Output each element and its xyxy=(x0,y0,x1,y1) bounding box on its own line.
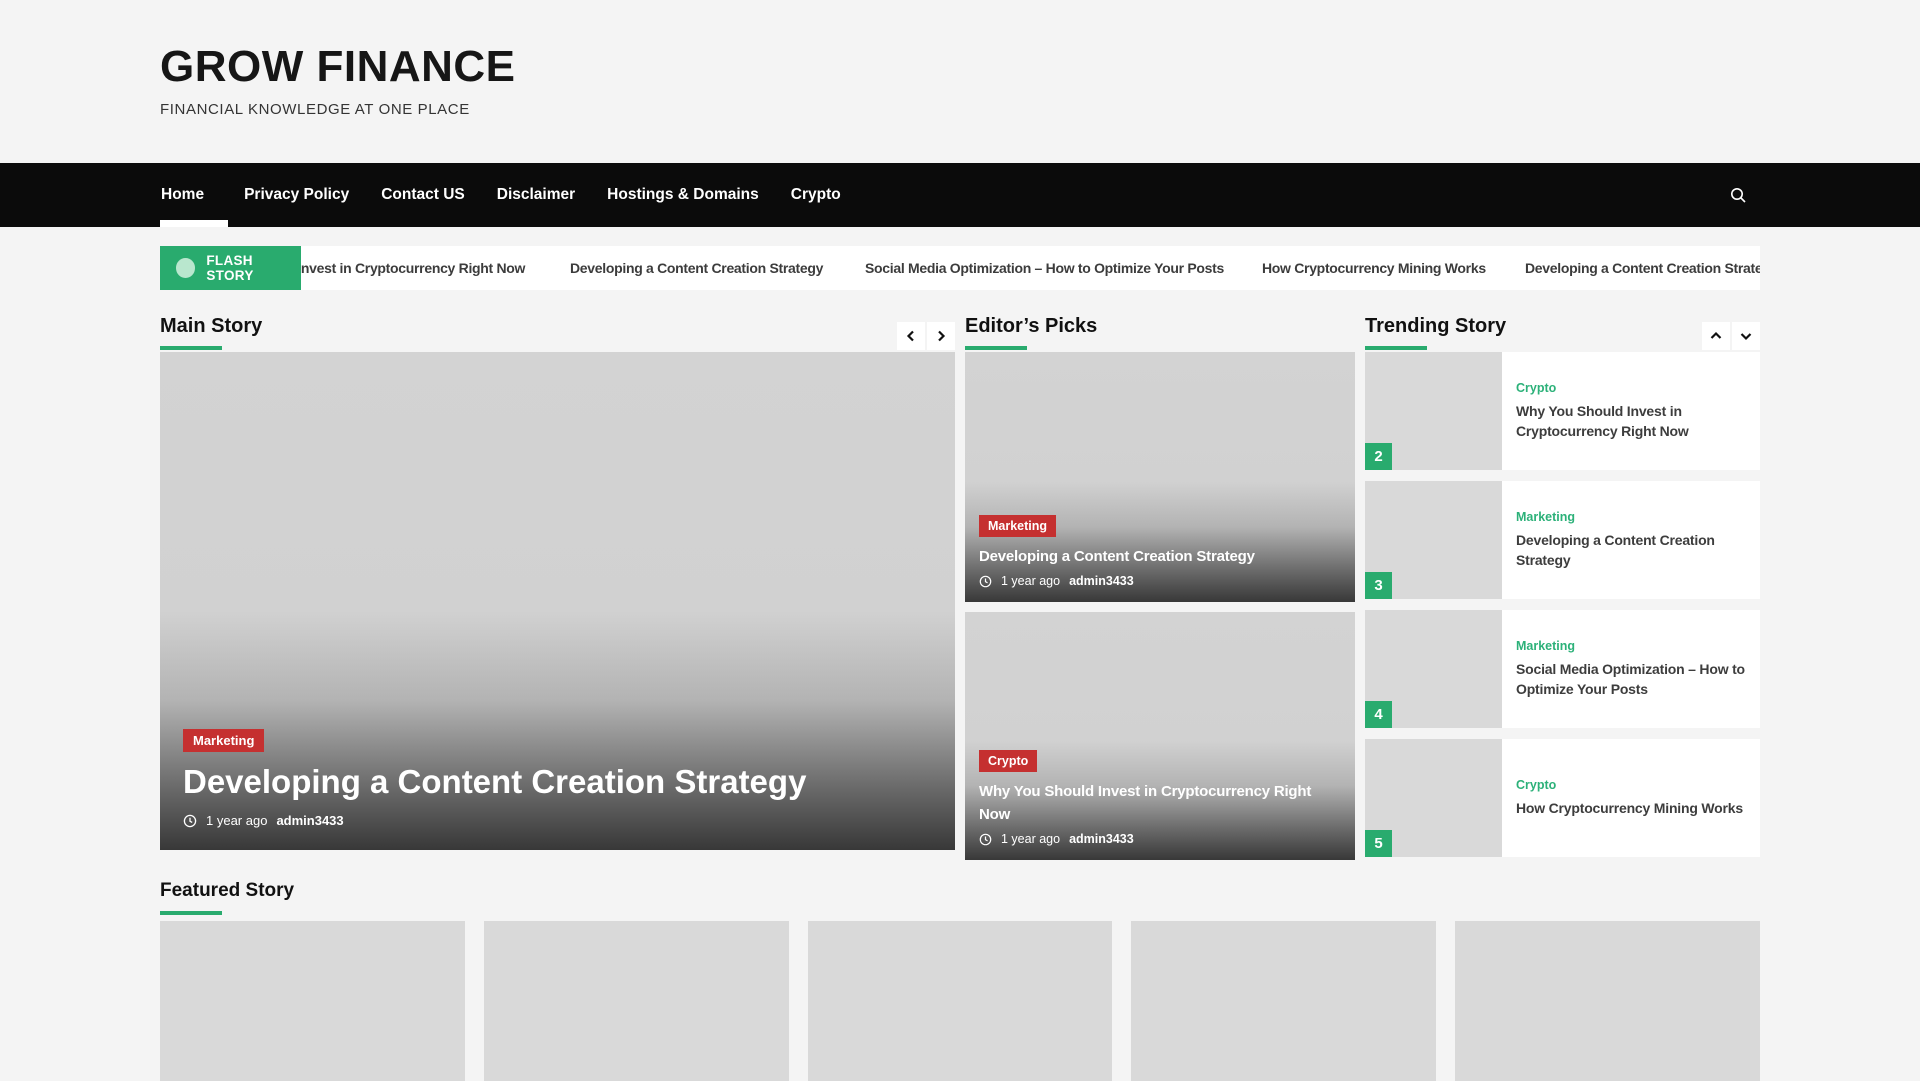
featured-story-heading: Featured Story xyxy=(160,880,1760,915)
post-category[interactable]: Marketing xyxy=(1516,639,1750,653)
post-title[interactable]: Why You Should Invest in Cryptocurrency … xyxy=(1516,401,1750,441)
main-story-next-button[interactable] xyxy=(927,322,955,350)
post-author[interactable]: admin3433 xyxy=(1069,574,1134,588)
editors-pick-card[interactable]: Marketing Developing a Content Creation … xyxy=(965,352,1355,602)
post-title[interactable]: Developing a Content Creation Strategy xyxy=(979,545,1335,568)
post-category[interactable]: Marketing xyxy=(1516,510,1750,524)
trending-item[interactable]: 5 Crypto How Cryptocurrency Mining Works xyxy=(1365,739,1760,857)
trending-down-button[interactable] xyxy=(1732,322,1760,350)
flash-dot-icon xyxy=(176,258,195,278)
clock-icon xyxy=(979,833,992,846)
chevron-down-icon xyxy=(1740,330,1752,342)
trending-item[interactable]: 4 Marketing Social Media Optimization – … xyxy=(1365,610,1760,728)
ticker-item[interactable]: Developing a Content Creation Strategy xyxy=(1525,246,1760,290)
post-title[interactable]: Why You Should Invest in Cryptocurrency … xyxy=(979,780,1335,826)
rank-badge: 4 xyxy=(1365,701,1392,728)
trending-item[interactable]: 2 Crypto Why You Should Invest in Crypto… xyxy=(1365,352,1760,470)
site-title[interactable]: GROW FINANCE xyxy=(160,42,1760,92)
post-time[interactable]: 1 year ago xyxy=(1001,574,1060,588)
editors-pick-card[interactable]: Crypto Why You Should Invest in Cryptocu… xyxy=(965,612,1355,860)
rank-badge: 5 xyxy=(1365,830,1392,857)
main-story-prev-button[interactable] xyxy=(897,322,925,350)
featured-post-thumbnail[interactable] xyxy=(1455,921,1760,1081)
main-story-card[interactable]: Marketing Developing a Content Creation … xyxy=(160,352,955,850)
post-thumbnail[interactable]: 4 xyxy=(1365,610,1502,728)
nav-item-hostings-domains[interactable]: Hostings & Domains xyxy=(591,163,775,227)
site-tagline: FINANCIAL KNOWLEDGE AT ONE PLACE xyxy=(160,101,1760,118)
category-badge[interactable]: Crypto xyxy=(979,750,1037,772)
featured-post-thumbnail[interactable] xyxy=(808,921,1113,1081)
editors-picks-section: Editor’s Picks Marketing Developing a Co… xyxy=(965,315,1355,868)
main-story-section: Main Story Marketing xyxy=(160,315,955,868)
category-badge[interactable]: Marketing xyxy=(183,729,264,752)
ticker-item[interactable]: Developing a Content Creation Strategy xyxy=(570,246,823,290)
flash-story-badge: FLASH STORY xyxy=(160,246,301,290)
post-time[interactable]: 1 year ago xyxy=(1001,832,1060,846)
trending-up-button[interactable] xyxy=(1702,322,1730,350)
chevron-up-icon xyxy=(1710,330,1722,342)
trending-story-section: Trending Story 2 xyxy=(1365,315,1760,868)
clock-icon xyxy=(183,814,197,828)
main-nav: Home Privacy Policy Contact US Disclaime… xyxy=(0,163,1920,227)
featured-post-thumbnail[interactable] xyxy=(484,921,789,1081)
trending-item[interactable]: 3 Marketing Developing a Content Creatio… xyxy=(1365,481,1760,599)
chevron-left-icon xyxy=(905,330,917,342)
post-title[interactable]: Developing a Content Creation Strategy xyxy=(183,762,935,802)
post-time[interactable]: 1 year ago xyxy=(206,813,267,828)
nav-item-privacy-policy[interactable]: Privacy Policy xyxy=(228,163,365,227)
search-icon xyxy=(1729,186,1747,204)
search-button[interactable] xyxy=(1716,163,1760,227)
editors-picks-heading: Editor’s Picks xyxy=(965,315,1097,350)
main-story-heading: Main Story xyxy=(160,315,262,350)
trending-story-heading: Trending Story xyxy=(1365,315,1506,350)
nav-item-contact-us[interactable]: Contact US xyxy=(365,163,481,227)
post-thumbnail[interactable]: 2 xyxy=(1365,352,1502,470)
post-author[interactable]: admin3433 xyxy=(1069,832,1134,846)
category-badge[interactable]: Marketing xyxy=(979,515,1056,537)
chevron-right-icon xyxy=(935,330,947,342)
featured-post-thumbnail[interactable] xyxy=(160,921,465,1081)
post-category[interactable]: Crypto xyxy=(1516,778,1750,792)
post-title[interactable]: Developing a Content Creation Strategy xyxy=(1516,530,1750,570)
post-thumbnail[interactable]: 3 xyxy=(1365,481,1502,599)
flash-story-ticker: Why You Should Invest in Cryptocurrency … xyxy=(160,246,1760,290)
clock-icon xyxy=(979,575,992,588)
rank-badge: 2 xyxy=(1365,443,1392,470)
rank-badge: 3 xyxy=(1365,572,1392,599)
flash-story-label: FLASH STORY xyxy=(206,253,301,283)
nav-item-home[interactable]: Home xyxy=(160,163,228,227)
site-header: GROW FINANCE FINANCIAL KNOWLEDGE AT ONE … xyxy=(0,0,1920,163)
post-title[interactable]: Social Media Optimization – How to Optim… xyxy=(1516,659,1750,699)
featured-story-section: Featured Story xyxy=(160,880,1760,1081)
ticker-item[interactable]: Social Media Optimization – How to Optim… xyxy=(865,246,1224,290)
post-author[interactable]: admin3433 xyxy=(276,813,343,828)
post-thumbnail[interactable]: 5 xyxy=(1365,739,1502,857)
nav-item-disclaimer[interactable]: Disclaimer xyxy=(481,163,591,227)
ticker-item[interactable]: How Cryptocurrency Mining Works xyxy=(1262,246,1486,290)
nav-item-crypto[interactable]: Crypto xyxy=(775,163,857,227)
post-category[interactable]: Crypto xyxy=(1516,381,1750,395)
post-title[interactable]: How Cryptocurrency Mining Works xyxy=(1516,798,1750,818)
featured-post-thumbnail[interactable] xyxy=(1131,921,1436,1081)
